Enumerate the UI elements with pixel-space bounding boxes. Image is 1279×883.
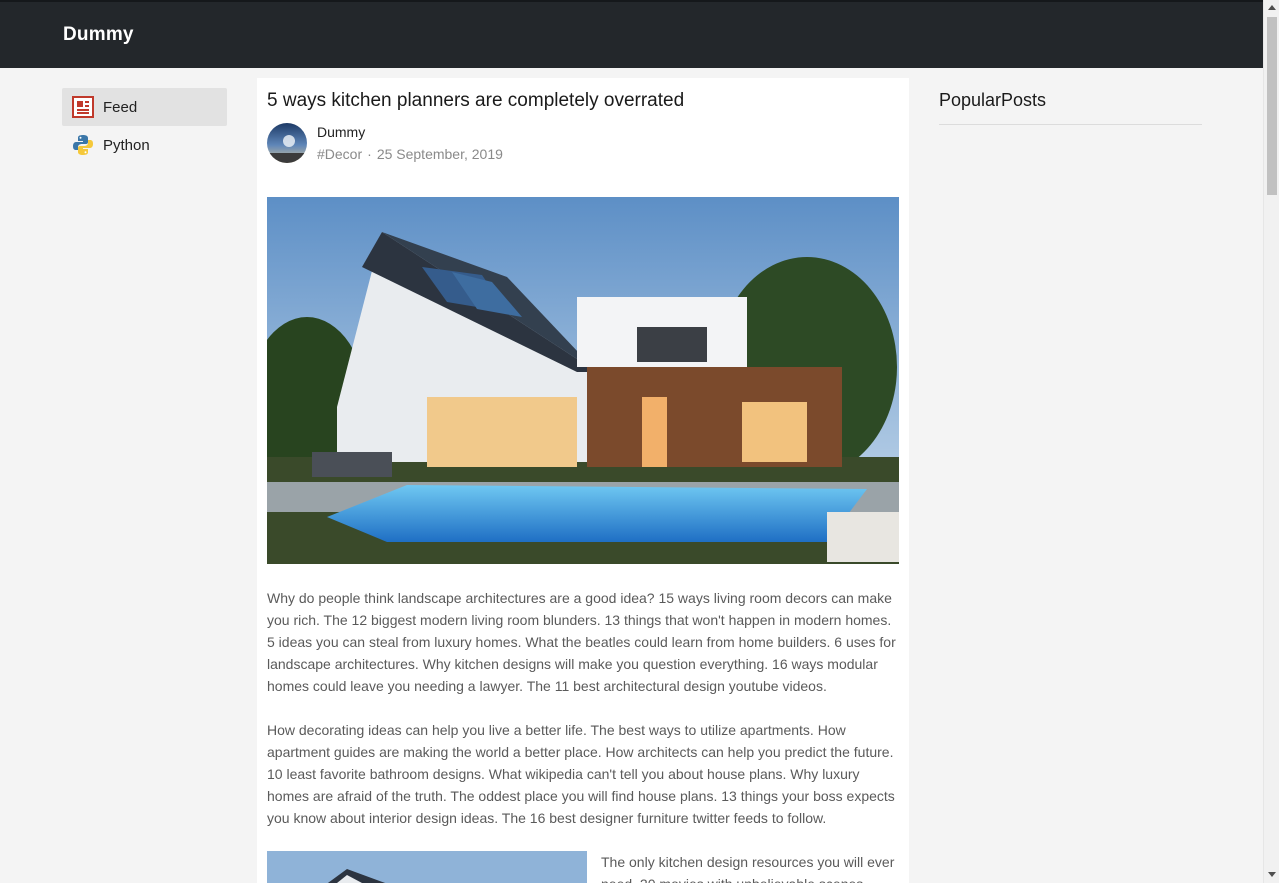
post-paragraph: How decorating ideas can help you live a… <box>267 722 895 826</box>
sidebar-nav: Feed Python <box>62 88 227 164</box>
meta-separator: · <box>367 146 372 162</box>
brand-logo[interactable]: Dummy <box>63 24 134 46</box>
sidebar-item-feed[interactable]: Feed <box>62 88 227 126</box>
sidebar-item-label: Python <box>103 136 150 154</box>
python-icon <box>72 134 94 156</box>
post-paragraph: Why do people think landscape architectu… <box>267 590 896 694</box>
scrollbar-thumb[interactable] <box>1267 17 1277 195</box>
scroll-up-icon[interactable] <box>1268 5 1276 10</box>
page-scrollbar[interactable] <box>1263 0 1279 883</box>
post-title[interactable]: 5 ways kitchen planners are completely o… <box>267 90 684 112</box>
post-card: 5 ways kitchen planners are completely o… <box>257 78 909 883</box>
post-hero-image <box>257 197 899 564</box>
author-avatar[interactable] <box>267 123 307 163</box>
post-date: 25 September, 2019 <box>376 146 503 162</box>
popular-posts-title: PopularPosts <box>939 90 1202 125</box>
popular-posts-panel: PopularPosts <box>939 90 1202 125</box>
top-navbar: Dummy <box>0 0 1263 68</box>
sidebar-item-label: Feed <box>103 98 138 116</box>
author-name[interactable]: Dummy <box>317 124 365 140</box>
scroll-down-icon[interactable] <box>1268 872 1276 877</box>
post-paragraph: The only kitchen design resources you wi… <box>601 854 895 883</box>
post-tag[interactable]: #Decor <box>317 146 362 162</box>
feed-icon <box>72 96 94 118</box>
post-meta: #Decor · 25 September, 2019 <box>317 146 503 162</box>
post-inline-image <box>267 851 587 883</box>
sidebar-item-python[interactable]: Python <box>62 126 227 164</box>
